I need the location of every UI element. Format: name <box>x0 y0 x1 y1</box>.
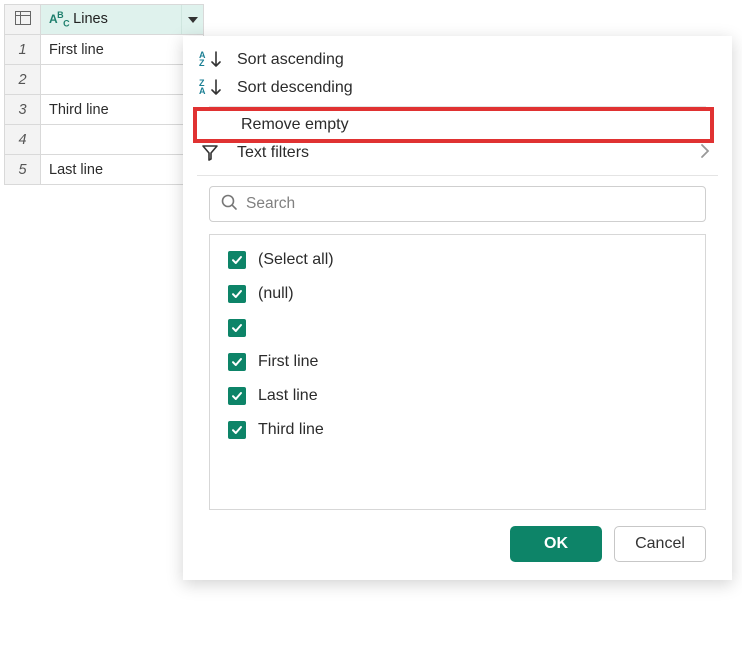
column-filter-dropdown: AZ Sort ascending ZA Sort descending Rem… <box>183 36 732 580</box>
cell-value[interactable]: First line <box>41 35 204 65</box>
sort-asc-icon: AZ <box>197 51 223 69</box>
row-number: 5 <box>5 155 41 185</box>
filter-value-item[interactable]: Third line <box>228 421 687 439</box>
column-header-lines[interactable]: ABC Lines <box>41 5 204 35</box>
filter-value-item[interactable]: First line <box>228 353 687 371</box>
type-text-icon: ABC <box>49 10 69 28</box>
table-row[interactable]: 4 <box>5 125 204 155</box>
checkbox-checked-icon <box>228 251 246 269</box>
table-row[interactable]: 2 <box>5 65 204 95</box>
column-title: Lines <box>73 11 108 27</box>
dialog-buttons: OK Cancel <box>183 510 732 562</box>
sort-descending-label: Sort descending <box>237 79 353 97</box>
funnel-icon <box>197 144 223 162</box>
row-number: 4 <box>5 125 41 155</box>
cell-value[interactable]: Third line <box>41 95 204 125</box>
row-number: 2 <box>5 65 41 95</box>
table-row[interactable]: 5Last line <box>5 155 204 185</box>
caret-down-icon <box>188 17 198 23</box>
checkbox-checked-icon <box>228 285 246 303</box>
checkbox-checked-icon <box>228 387 246 405</box>
remove-empty-item[interactable]: Remove empty <box>193 107 714 143</box>
row-number: 3 <box>5 95 41 125</box>
table-row[interactable]: 1First line <box>5 35 204 65</box>
filter-value-item[interactable]: (null) <box>228 285 687 303</box>
table-row[interactable]: 3Third line <box>5 95 204 125</box>
filter-value-item[interactable] <box>228 319 687 337</box>
text-filters-label: Text filters <box>237 144 309 162</box>
cell-value[interactable] <box>41 65 204 95</box>
filter-value-item[interactable]: Last line <box>228 387 687 405</box>
chevron-right-icon <box>700 143 710 164</box>
sort-descending-item[interactable]: ZA Sort descending <box>183 74 732 102</box>
filter-value-label: (Select all) <box>258 251 334 269</box>
remove-empty-label: Remove empty <box>241 116 349 134</box>
column-filter-button[interactable] <box>181 5 203 34</box>
table-corner[interactable] <box>5 5 41 35</box>
cancel-button[interactable]: Cancel <box>614 526 706 562</box>
cell-value[interactable] <box>41 125 204 155</box>
filter-value-label: (null) <box>258 285 294 303</box>
filter-value-item[interactable]: (Select all) <box>228 251 687 269</box>
data-grid: ABC Lines 1First line23Third line45Last … <box>4 4 204 185</box>
ok-button[interactable]: OK <box>510 526 602 562</box>
checkbox-checked-icon <box>228 421 246 439</box>
sort-ascending-item[interactable]: AZ Sort ascending <box>183 46 732 74</box>
text-filters-item[interactable]: Text filters <box>183 139 732 167</box>
row-number: 1 <box>5 35 41 65</box>
filter-search-box[interactable] <box>209 186 706 222</box>
checkbox-checked-icon <box>228 353 246 371</box>
checkbox-checked-icon <box>228 319 246 337</box>
menu-separator <box>197 175 718 176</box>
filter-search-input[interactable] <box>246 195 695 213</box>
filter-value-label: First line <box>258 353 318 371</box>
table-icon <box>15 11 31 25</box>
filter-value-label: Third line <box>258 421 324 439</box>
search-icon <box>220 193 238 215</box>
filter-values-list: (Select all) (null) First line Last line Thi… <box>209 234 706 510</box>
filter-value-label: Last line <box>258 387 318 405</box>
sort-ascending-label: Sort ascending <box>237 51 344 69</box>
cell-value[interactable]: Last line <box>41 155 204 185</box>
sort-desc-icon: ZA <box>197 79 223 97</box>
